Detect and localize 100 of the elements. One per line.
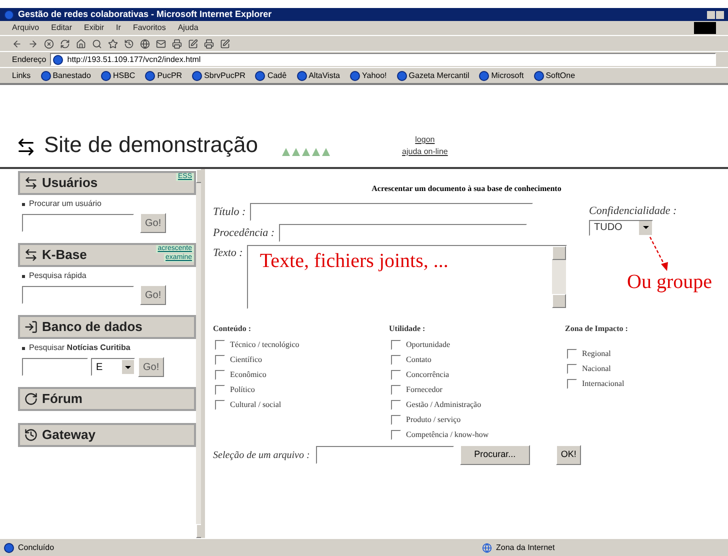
checkbox-label: Gestão / Administração (406, 399, 482, 411)
bullet-icon (22, 346, 25, 350)
ok-button[interactable]: OK! (556, 445, 582, 465)
site-logo-icon (16, 137, 36, 157)
status-text: Concluído (18, 542, 56, 554)
annotation-text: Ou groupe (627, 272, 712, 292)
toolbar-icon[interactable] (44, 38, 54, 48)
text-area[interactable]: Texte, fichiers joints, ... (246, 245, 567, 309)
input-field[interactable] (278, 224, 527, 242)
help-link[interactable]: ajuda on-line (402, 146, 448, 158)
page-icon (350, 70, 360, 80)
section-icon (24, 248, 38, 262)
menu-item[interactable]: Exibir (84, 22, 104, 34)
toolbar-icon[interactable] (28, 38, 38, 48)
input-field[interactable] (250, 203, 533, 221)
link-button[interactable]: Cadê (255, 70, 287, 82)
link-button[interactable]: AltaVista (296, 70, 340, 82)
colored-marks-drawing (282, 148, 330, 156)
link-button[interactable]: SoftOne (534, 70, 576, 82)
go-button[interactable]: Go! (138, 357, 164, 377)
page-icon (100, 70, 111, 80)
search-hint: Pesquisa rápida (29, 270, 86, 282)
field-label: Título : (213, 204, 246, 220)
page-icon (145, 70, 156, 80)
toolbar-icon[interactable] (204, 38, 214, 48)
menu-item[interactable]: Ir (116, 22, 121, 34)
toolbar-icon[interactable] (156, 38, 166, 48)
link-button[interactable]: PucPR (145, 70, 182, 82)
checkbox-label: Competência / know-how (406, 429, 489, 441)
site-title: Site de demonstração (44, 131, 258, 159)
window-title: Gestão de redes colaborativas - Microsoft Internet Explorer (18, 10, 272, 19)
section-title: Gateway (42, 426, 96, 444)
bullet-icon (22, 274, 25, 278)
section-header[interactable]: Gateway (18, 423, 196, 447)
section-title: Banco de dados (42, 318, 142, 336)
search-hint: Pesquisar Notícias Curitiba (29, 342, 130, 354)
group-title: Conteúdo : (213, 323, 252, 335)
annotation-arrow (649, 236, 671, 272)
section-header[interactable]: Fórum (18, 387, 196, 411)
toolbar-icon[interactable] (76, 38, 86, 48)
dropdown[interactable]: E (91, 358, 135, 376)
page-icon (255, 70, 266, 80)
field-label: Confidencialidade : (589, 204, 678, 219)
group-title: Utilidade : (389, 323, 426, 335)
field-label: Seleção de um arquivo : (213, 448, 310, 462)
zone-text: Zona da Internet (496, 542, 555, 554)
checkbox-label: Fornecedor (406, 384, 442, 396)
section-icon (24, 176, 38, 190)
toolbar-icon[interactable] (220, 38, 230, 48)
menu-item[interactable]: Arquivo (12, 22, 40, 34)
link-button[interactable]: SbrvPucPR (192, 70, 246, 82)
minimize-button[interactable] (707, 10, 715, 18)
page-icon (396, 70, 407, 80)
checkbox-label: Concorrência (406, 369, 450, 381)
file-field[interactable] (316, 446, 454, 464)
toolbar-icon[interactable] (60, 38, 70, 48)
checkbox-label: Produto / serviço (406, 414, 461, 426)
toolbar-icon[interactable] (92, 38, 102, 48)
go-button[interactable]: Go! (140, 285, 166, 305)
link-button[interactable]: Microsoft (479, 70, 524, 82)
link-button[interactable]: HSBC (100, 70, 136, 82)
go-button[interactable]: Go! (140, 213, 166, 233)
section-icon (24, 428, 38, 442)
link-button[interactable]: Gazeta Mercantil (396, 70, 470, 82)
logon-link[interactable]: logon (415, 134, 435, 146)
toolbar-icon[interactable] (188, 38, 198, 48)
checkbox-label: Oportunidade (406, 339, 450, 351)
checkbox-label: Internacional (582, 378, 624, 390)
search-field[interactable] (22, 358, 88, 376)
page-icon (53, 54, 64, 64)
link-button[interactable]: Banestado (40, 70, 91, 82)
toolbar-icon[interactable] (124, 38, 134, 48)
toolbar-icon[interactable] (108, 38, 118, 48)
menu-item[interactable]: Favoritos (132, 22, 166, 34)
checkbox-label: Científico (230, 354, 262, 366)
page-icon (479, 70, 490, 80)
checkbox-label: Contato (406, 354, 432, 366)
section-title: Fórum (42, 390, 82, 408)
section-title: K-Base (42, 246, 87, 264)
link-button[interactable]: Yahoo! (350, 70, 387, 82)
browse-button[interactable]: Procurar... (460, 445, 530, 465)
menu-item[interactable]: Ajuda (178, 22, 198, 34)
page-icon (40, 70, 51, 80)
checkbox-label: Técnico / tecnológico (230, 339, 300, 351)
maximize-button[interactable] (716, 10, 724, 18)
field-label: Texto : (213, 246, 243, 261)
toolbar-icon[interactable] (12, 38, 22, 48)
toolbar-icon[interactable] (172, 38, 182, 48)
browser-logo (694, 22, 716, 34)
group-title: Zona de Impacto : (565, 323, 629, 335)
toolbar-icon[interactable] (140, 38, 150, 48)
bullet-icon (22, 202, 25, 206)
field-label: Procedência : (213, 226, 275, 241)
section-header[interactable]: Banco de dados (18, 315, 196, 339)
address-field[interactable]: http://193.51.109.177/vcn2/index.html (50, 53, 716, 66)
menu-item[interactable]: Editar (51, 22, 72, 34)
dropdown[interactable]: TUDO (589, 220, 653, 236)
section-icon (24, 320, 38, 334)
search-hint: Procurar um usuário (29, 198, 102, 210)
checkbox-label: Nacional (582, 363, 611, 375)
